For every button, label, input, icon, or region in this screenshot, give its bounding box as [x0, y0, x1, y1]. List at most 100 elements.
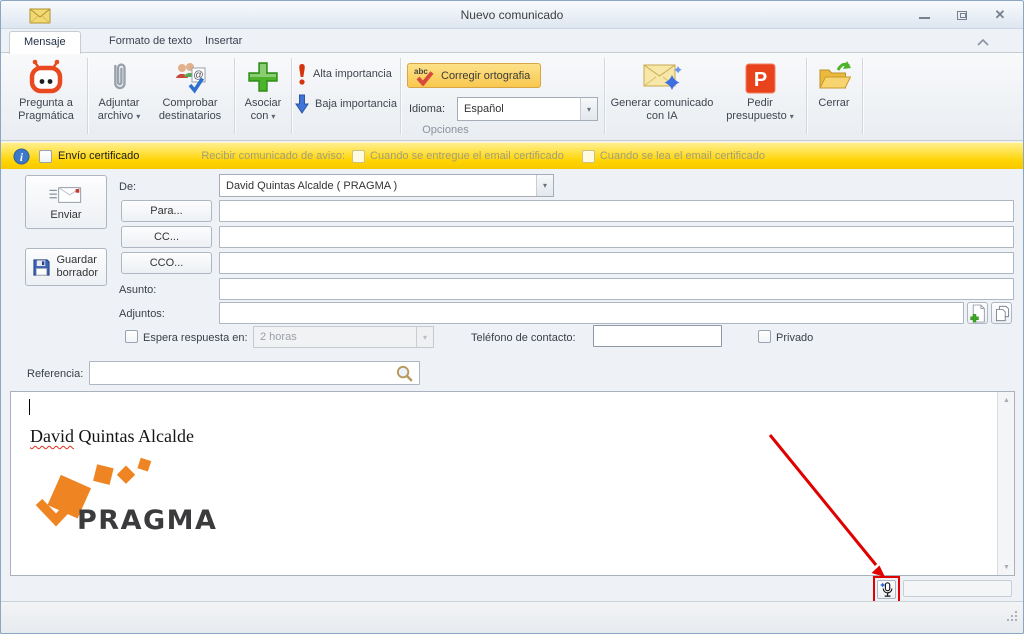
chevron-down-icon: ▾ [136, 112, 141, 121]
entregue-label: Cuando se entregue el email certificado [370, 150, 564, 162]
tab-insertar[interactable]: Insertar [191, 31, 256, 53]
asunto-label: Asunto: [119, 284, 157, 296]
lea-checkbox[interactable] [581, 149, 595, 163]
privado-checkbox[interactable] [758, 330, 771, 343]
dropdown-arrow-icon[interactable]: ▾ [536, 175, 553, 196]
presupuesto-p-icon: P [745, 63, 775, 94]
info-icon: i [13, 147, 30, 165]
espera-respuesta-label: Espera respuesta en: [143, 332, 248, 344]
svg-text:P: P [753, 69, 766, 91]
green-plus-icon [248, 62, 278, 92]
ribbon-separator [234, 58, 235, 134]
scroll-down-icon[interactable]: ▼ [998, 559, 1015, 575]
minimize-icon [918, 17, 930, 19]
adjuntos-input[interactable] [219, 302, 964, 324]
lea-label: Cuando se lea el email certificado [599, 150, 765, 162]
text-cursor [29, 399, 30, 415]
dictation-level-bar [903, 580, 1012, 597]
copy-icon [995, 305, 1009, 321]
message-body-editor[interactable]: David Quintas Alcalde PRAGMA ▲ ▼ [10, 391, 1015, 576]
cco-button[interactable]: CCO... [121, 252, 212, 274]
certified-mail-bar: i Envío certificado Recibir comunicado d… [1, 142, 1023, 169]
dropdown-arrow-icon[interactable]: ▾ [580, 98, 597, 120]
referencia-input[interactable] [89, 361, 420, 385]
tab-mensaje[interactable]: Mensaje [9, 31, 81, 54]
guardar-borrador-button[interactable]: Guardar borrador [25, 248, 107, 286]
ribbon: Pregunta a Pragmática Adjuntar archivo ▾… [1, 53, 1023, 141]
add-file-icon [970, 304, 985, 322]
add-attachment-button[interactable] [967, 302, 988, 324]
tab-formato-de-texto[interactable]: Formato de texto [95, 31, 206, 53]
pedir-presupuesto-button[interactable]: P Pedir presupuesto ▾ [717, 56, 803, 138]
close-folder-icon [819, 61, 852, 89]
adjuntos-label: Adjuntos: [119, 308, 165, 320]
envio-certificado-checkbox[interactable] [39, 149, 52, 163]
de-label: De: [119, 181, 137, 193]
asociar-con-button[interactable]: Asociar con ▾ [237, 56, 289, 138]
ribbon-separator [400, 58, 401, 134]
nuevo-comunicado-window: Nuevo comunicado ✕ Mensaje Formato de te… [0, 0, 1024, 634]
adjuntar-archivo-button[interactable]: Adjuntar archivo ▾ [90, 56, 148, 138]
low-importance-icon [295, 94, 309, 114]
paperclip-icon [114, 63, 126, 90]
paste-attachment-button[interactable] [991, 302, 1012, 324]
vertical-scrollbar[interactable]: ▲ ▼ [997, 392, 1014, 575]
recibir-aviso-label: Recibir comunicado de aviso: [201, 150, 346, 162]
window-title: Nuevo comunicado [460, 8, 564, 22]
idioma-label: Idioma: [409, 103, 446, 115]
chevron-down-icon: ▾ [789, 112, 794, 121]
asunto-input[interactable] [219, 278, 1014, 300]
check-recipients-icon: @ [176, 63, 206, 94]
baja-importancia-button[interactable]: Baja importancia [295, 93, 397, 115]
alta-importancia-button[interactable]: Alta importancia [297, 63, 392, 85]
privado-label: Privado [776, 332, 814, 344]
ribbon-separator [291, 58, 292, 134]
espera-respuesta-combobox: 2 horas ▾ [253, 326, 434, 348]
ribbon-separator [806, 58, 807, 134]
search-icon[interactable] [395, 364, 414, 383]
para-button[interactable]: Para... [121, 200, 212, 222]
close-button[interactable]: ✕ [989, 7, 1011, 23]
status-bar [1, 601, 1023, 633]
scroll-up-icon[interactable]: ▲ [998, 392, 1015, 408]
save-floppy-icon [32, 258, 50, 276]
para-input[interactable] [219, 200, 1014, 222]
generar-comunicado-ia-button[interactable]: Generar comunicado con IA [609, 56, 715, 138]
corregir-ortografia-button[interactable]: abc Corregir ortografia [407, 63, 542, 88]
cc-button[interactable]: CC... [121, 226, 212, 248]
ribbon-separator [87, 58, 88, 134]
de-value: David Quintas Alcalde ( PRAGMA ) [226, 179, 398, 192]
maximize-button[interactable] [951, 7, 973, 23]
ai-envelope-icon [643, 64, 682, 90]
cerrar-button[interactable]: Cerrar [809, 56, 859, 138]
ribbon-tab-bar: Mensaje Formato de texto Insertar [1, 29, 1023, 54]
de-combobox[interactable]: David Quintas Alcalde ( PRAGMA ) ▾ [219, 174, 554, 197]
misspelled-word: David [30, 426, 74, 446]
idioma-value: Español [464, 103, 504, 115]
idioma-combobox[interactable]: Español ▾ [457, 97, 598, 121]
comprobar-destinatarios-button[interactable]: @ Comprobar destinatarios [149, 56, 231, 138]
entregue-checkbox[interactable] [352, 149, 366, 163]
microphone-icon [879, 581, 892, 597]
ribbon-separator [862, 58, 863, 134]
maximize-icon [957, 10, 967, 20]
espera-respuesta-checkbox[interactable] [125, 330, 138, 343]
enviar-button[interactable]: Enviar [25, 175, 107, 229]
pragma-logo: PRAGMA [35, 457, 216, 536]
resize-grip[interactable] [1007, 619, 1009, 621]
cco-input[interactable] [219, 252, 1014, 274]
cc-input[interactable] [219, 226, 1014, 248]
minimize-button[interactable] [913, 7, 935, 23]
ribbon-group-opciones: Opciones [422, 124, 469, 136]
dictation-mic-button[interactable] [877, 580, 896, 599]
pregunta-a-pragmatica-button[interactable]: Pregunta a Pragmática [7, 56, 85, 138]
referencia-label: Referencia: [27, 368, 84, 380]
titlebar[interactable]: Nuevo comunicado ✕ [1, 1, 1023, 29]
collapse-ribbon-icon[interactable] [975, 37, 991, 49]
send-envelope-icon [49, 186, 82, 203]
envio-certificado-label: Envío certificado [58, 150, 140, 162]
chevron-down-icon: ▾ [271, 112, 276, 121]
spellcheck-icon: abc [414, 67, 434, 86]
ribbon-separator [604, 58, 605, 134]
telefono-input[interactable] [593, 325, 722, 347]
